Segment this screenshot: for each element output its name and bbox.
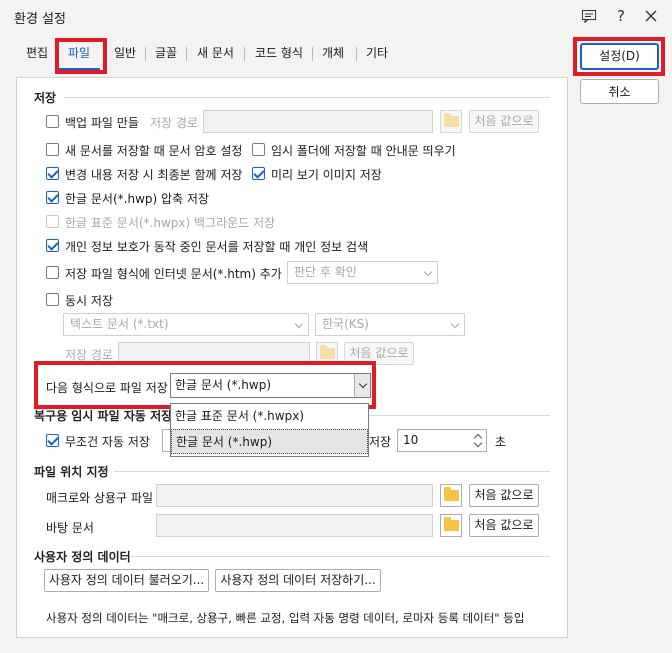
chevron-down-icon (423, 267, 433, 277)
save-user-data-button[interactable]: 사용자 정의 데이터 저장하기... (215, 569, 381, 592)
simultaneous-save-label: 동시 저장 (65, 294, 113, 308)
section-title-recovery: 복구용 임시 파일 자동 저장 (34, 409, 173, 423)
folder-icon (320, 345, 335, 359)
save-with-final-checkbox[interactable] (46, 167, 59, 180)
password-on-new-checkbox[interactable] (46, 143, 59, 156)
folder-icon (444, 113, 459, 127)
background-folder-button[interactable] (440, 514, 462, 537)
ok-button[interactable]: 설정(D) (580, 43, 659, 70)
encoding-select[interactable]: 한국(KS) (315, 313, 465, 336)
interval-spinner[interactable]: 10 (397, 429, 487, 452)
comment-icon[interactable] (576, 4, 602, 28)
window-title: 환경 설정 (14, 12, 66, 27)
save-as-dropdown-list: 한글 표준 문서 (*.hwpx) 한글 문서 (*.hwp) (170, 403, 369, 457)
backup-default-button[interactable]: 처음 값으로 (469, 110, 539, 133)
macro-folder-button[interactable] (440, 484, 462, 507)
tab-edit[interactable]: 편집 (16, 38, 58, 70)
cancel-button[interactable]: 취소 (580, 79, 659, 104)
preview-image-label: 미리 보기 이미지 저장 (271, 168, 382, 182)
macro-file-label: 매크로와 상용구 파일 (46, 491, 153, 505)
text-format-select[interactable]: 텍스트 문서 (*.txt) (63, 313, 309, 336)
temp-folder-notice-checkbox[interactable] (252, 143, 265, 156)
macro-file-field[interactable] (156, 484, 433, 507)
interval-label: 저장 (369, 435, 392, 449)
section-title-user-data: 사용자 정의 데이터 (34, 550, 131, 564)
spin-down-icon[interactable] (471, 440, 485, 450)
load-user-data-button[interactable]: 사용자 정의 데이터 불러오기... (44, 569, 209, 592)
chevron-down-icon (450, 319, 460, 329)
preview-image-checkbox[interactable] (252, 167, 265, 180)
save-path-label: 저장 경로 (150, 116, 198, 130)
text-format-select-value: 텍스트 문서 (*.txt) (70, 317, 169, 331)
hwpx-background-checkbox[interactable] (46, 215, 59, 228)
always-auto-save-checkbox[interactable] (46, 434, 59, 447)
always-auto-save-label: 무조건 자동 저장 (65, 435, 150, 449)
internet-format-select-value: 판단 후 확인 (294, 265, 357, 279)
section-title-location: 파일 위치 지정 (34, 465, 109, 479)
tab-code-format[interactable]: 코드 형식 (245, 38, 313, 70)
macro-default-button[interactable]: 처음 값으로 (469, 484, 539, 507)
save-as-value: 한글 문서 (*.hwp) (175, 378, 272, 392)
save-as-label: 다음 형식으로 파일 저장 (46, 381, 168, 395)
divider (130, 556, 550, 557)
save-as-dropdown[interactable]: 한글 문서 (*.hwp) (170, 373, 371, 398)
tab-object[interactable]: 개체 (312, 38, 354, 70)
chevron-down-icon (294, 319, 304, 329)
dropdown-option-selected[interactable]: 한글 문서 (*.hwp) (171, 429, 368, 454)
highlight-file-tab (55, 38, 107, 74)
chevron-down-icon[interactable] (354, 374, 370, 397)
backup-checkbox[interactable] (46, 115, 59, 128)
internet-format-label: 저장 파일 형식에 인터넷 문서(*.htm) 추가 (65, 267, 282, 281)
temp-folder-notice-label: 임시 폴더에 저장할 때 안내문 띄우기 (271, 144, 456, 158)
privacy-check-checkbox[interactable] (46, 239, 59, 252)
title-bar: 환경 설정 ? (0, 0, 672, 32)
help-icon[interactable]: ? (608, 4, 634, 28)
interval-value: 10 (403, 433, 419, 447)
user-data-note: 사용자 정의 데이터는 "매크로, 상용구, 빠른 교정, 입력 자동 명령 데… (46, 611, 525, 625)
tab-font[interactable]: 글꼴 (145, 38, 187, 70)
save-with-final-label: 변경 내용 저장 시 최종본 함께 저장 (65, 168, 243, 182)
privacy-check-label: 개인 정보 보호가 동작 중인 문서를 저장할 때 개인 정보 검색 (65, 240, 369, 254)
backup-path-field[interactable] (203, 110, 433, 133)
compress-hwp-checkbox[interactable] (46, 191, 59, 204)
dropdown-option[interactable]: 한글 표준 문서 (*.hwpx) (171, 404, 368, 429)
internet-format-select[interactable]: 판단 후 확인 (287, 261, 438, 284)
encoding-select-value: 한국(KS) (322, 317, 369, 331)
background-default-button[interactable]: 처음 값으로 (469, 514, 539, 537)
hwpx-background-label: 한글 표준 문서(*.hwpx) 백그라운드 저장 (65, 216, 276, 230)
tab-etc[interactable]: 기타 (356, 38, 398, 70)
folder-icon (444, 487, 459, 501)
simultaneous-save-checkbox[interactable] (46, 293, 59, 306)
background-doc-label: 바탕 문서 (46, 521, 94, 535)
background-doc-field[interactable] (156, 514, 433, 537)
divider (114, 471, 550, 472)
compress-hwp-label: 한글 문서(*.hwp) 압축 저장 (65, 192, 209, 206)
password-on-new-label: 새 문서를 저장할 때 문서 암호 설정 (65, 144, 243, 158)
interval-unit: 초 (495, 435, 507, 449)
backup-label: 백업 파일 만들 (65, 116, 139, 130)
backup-folder-button[interactable] (440, 110, 462, 133)
section-title-save: 저장 (34, 91, 57, 105)
divider (64, 97, 550, 98)
close-icon[interactable] (638, 4, 664, 28)
internet-format-checkbox[interactable] (46, 266, 59, 279)
tab-general[interactable]: 일반 (104, 38, 146, 70)
folder-icon (444, 517, 459, 531)
tab-new-document[interactable]: 새 문서 (187, 38, 244, 70)
